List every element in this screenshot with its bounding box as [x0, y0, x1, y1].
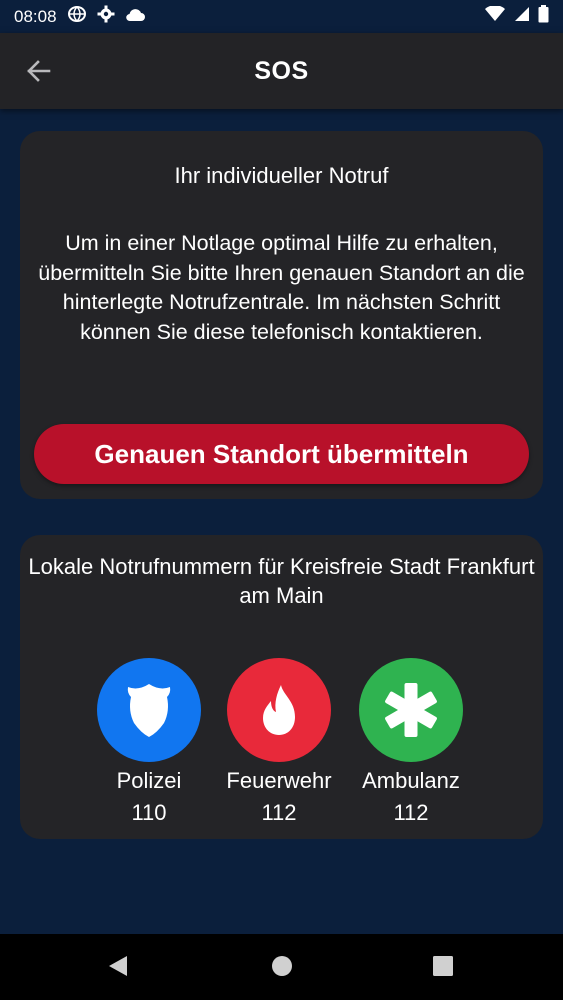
police-label: Polizei	[116, 768, 182, 793]
ambulance-number: 112	[393, 800, 429, 825]
nav-recents-button[interactable]	[432, 954, 454, 983]
cloud-icon	[125, 7, 145, 27]
fire-label: Feuerwehr	[226, 768, 332, 793]
emergency-numbers-card: Lokale Notrufnummern für Kreisfreie Stad…	[20, 535, 543, 839]
nav-back-button[interactable]	[107, 954, 129, 983]
nav-home-button[interactable]	[270, 954, 294, 983]
send-location-button[interactable]: Genauen Standort übermitteln	[34, 424, 529, 484]
settings-gear-icon	[97, 5, 115, 28]
status-bar: 08:08	[0, 0, 563, 33]
emergency-numbers-heading: Lokale Notrufnummern für Kreisfreie Stad…	[28, 554, 535, 608]
status-time: 08:08	[14, 6, 57, 26]
battery-icon	[538, 5, 549, 28]
wifi-icon	[485, 5, 505, 27]
square-recents-icon	[433, 956, 453, 976]
fire-item[interactable]: Feuerwehr 112	[214, 658, 344, 826]
fire-number: 112	[261, 800, 297, 825]
medical-star-icon	[385, 683, 437, 737]
page-title: SOS	[254, 56, 309, 85]
app-bar: SOS	[0, 33, 563, 109]
location-card-heading: Ihr individueller Notruf	[174, 163, 389, 188]
triangle-back-icon	[109, 956, 127, 976]
ambulance-circle[interactable]	[359, 658, 463, 762]
fire-circle[interactable]	[227, 658, 331, 762]
police-item[interactable]: Polizei 110	[84, 658, 214, 826]
circle-home-icon	[272, 956, 292, 976]
ambulance-label: Ambulanz	[362, 768, 460, 793]
arrow-left-icon	[27, 60, 51, 82]
signal-icon	[513, 6, 530, 27]
ambulance-item[interactable]: Ambulanz 112	[346, 658, 476, 826]
back-button[interactable]	[22, 57, 54, 85]
location-card: Ihr individueller Notruf Um in einer Not…	[20, 131, 543, 499]
police-shield-icon	[127, 684, 171, 737]
fire-flame-icon	[263, 685, 295, 735]
police-number: 110	[131, 800, 167, 825]
status-left: 08:08	[14, 5, 145, 28]
location-card-body: Um in einer Notlage optimal Hilfe zu erh…	[38, 231, 525, 344]
status-right	[485, 5, 549, 28]
emergency-services-row: Polizei 110 Feuerwehr 112 Ambulanz 112	[20, 658, 543, 828]
system-navigation-bar	[0, 934, 563, 1000]
police-circle[interactable]	[97, 658, 201, 762]
vpn-globe-icon	[67, 5, 87, 28]
